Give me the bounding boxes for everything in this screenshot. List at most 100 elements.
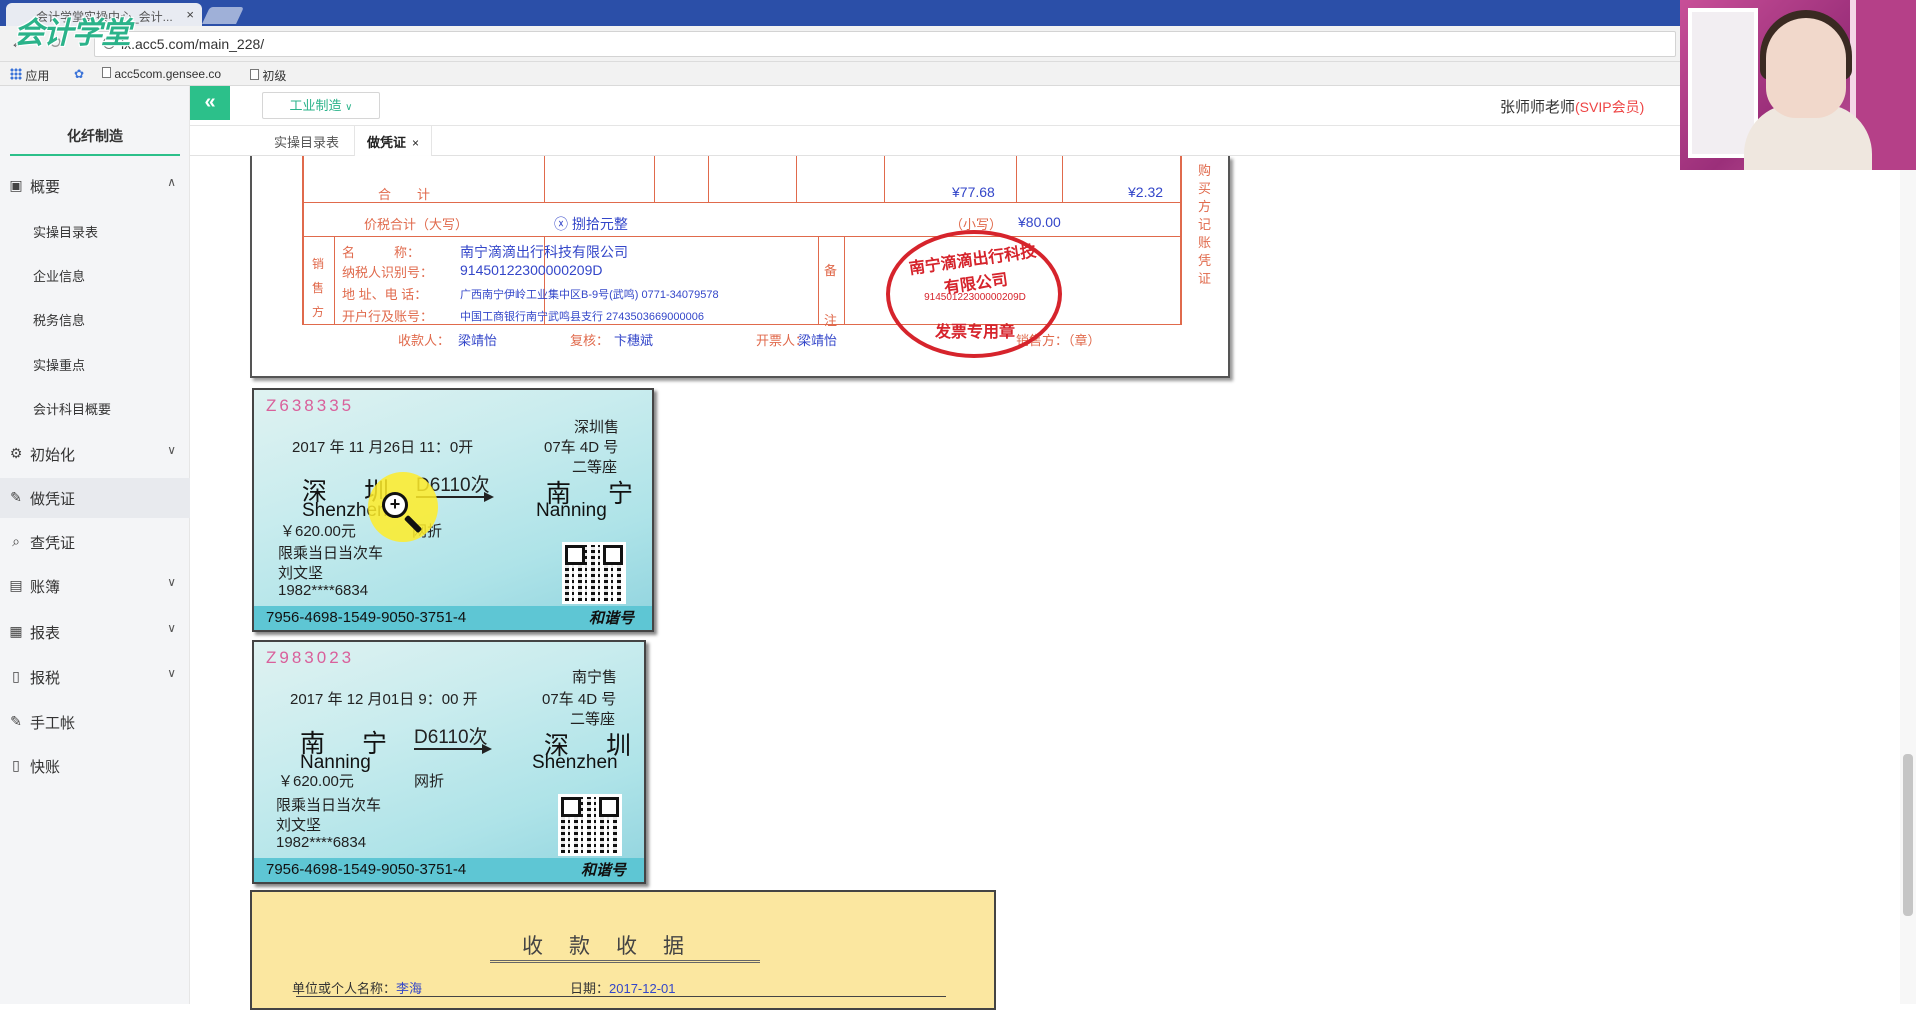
seller-tax-id: 91450122300000209D xyxy=(460,262,603,278)
invoice-total-label: 合 计 xyxy=(378,187,431,202)
bookmark-gensee[interactable]: acc5com.gensee.co xyxy=(102,67,221,81)
seller-bank-label: 开户行及账号： xyxy=(342,309,434,324)
receipt-table-rule xyxy=(296,996,946,997)
chevron-down-icon: ∨ xyxy=(167,621,176,635)
collapse-sidebar-button[interactable]: « xyxy=(190,86,230,120)
sidebar-sub-catalog[interactable]: 实操目录表 xyxy=(33,222,98,241)
pen-icon: ✎ xyxy=(10,489,22,505)
invoice-seal: 南宁滴滴出行科技有限公司 91450122300000209D 发票专用章 xyxy=(886,230,1062,358)
seller-address: 广西南宁伊岭工业集中区B-9号(武鸣) 0771-34079578 xyxy=(460,289,719,301)
sidebar-sub-accounts[interactable]: 会计科目概要 xyxy=(33,399,111,418)
sidebar-item-label: 概要 xyxy=(30,179,61,196)
receipt-payer-value: 李海 xyxy=(396,981,423,996)
receipt-title: 收款收据 xyxy=(522,935,710,958)
invoice-small-amount: ¥80.00 xyxy=(1018,214,1061,230)
ticket-passenger: 刘文坚 xyxy=(276,817,322,834)
tab-make-voucher[interactable]: 做凭证 × xyxy=(354,126,433,156)
site-logo: 会计学堂 xyxy=(14,17,131,50)
ticket-id-no: 1982****6834 xyxy=(278,582,369,599)
payee: 梁靖怡 xyxy=(458,333,498,348)
browser-tab-close-icon[interactable]: × xyxy=(186,7,194,22)
invoice-rule xyxy=(334,236,335,324)
sidebar-item-make-voucher[interactable]: ✎ 做凭证 xyxy=(0,478,190,518)
seller-tax-label: 纳税人识别号： xyxy=(342,265,434,280)
page-icon xyxy=(102,67,111,78)
receipt-date-value: 2017-12-01 xyxy=(609,981,676,996)
ticket-serial: 7956-4698-1549-9050-3751-4 xyxy=(266,609,467,626)
bookmark-gensee-label: acc5com.gensee.co xyxy=(114,67,222,81)
sidebar-item-query-voucher[interactable]: ⌕ 查凭证 xyxy=(0,522,190,562)
document-icon: ▯ xyxy=(12,757,20,773)
sidebar-item-manual[interactable]: ✎ 手工帐 xyxy=(0,702,190,742)
webcam-overlay xyxy=(1680,0,1916,170)
seller-name: 南宁滴滴出行科技有限公司 xyxy=(460,244,628,260)
url-text: lx.acc5.com/main_228/ xyxy=(121,36,265,52)
bookmark-chuji[interactable]: 初级 xyxy=(250,67,286,84)
company-name[interactable]: 化纤制造 xyxy=(0,126,190,146)
url-input[interactable]: i lx.acc5.com/main_228/ xyxy=(94,31,1676,57)
chevron-up-icon: ∧ xyxy=(167,175,176,189)
teacher-name: 张师师老师 xyxy=(1500,99,1576,116)
invoice-rule xyxy=(1016,156,1017,202)
ticket-seat: 07车 4D 号 xyxy=(542,691,617,708)
ticket-datetime: 2017 年 12 月01日 9：00 开 xyxy=(290,691,478,708)
bookmark-chuji-label: 初级 xyxy=(262,69,287,83)
sidebar-item-label: 快账 xyxy=(30,759,61,776)
pen-icon: ✎ xyxy=(10,713,22,729)
sidebar-item-label: 账簿 xyxy=(30,579,61,596)
train-ticket: Z983023 南宁售 2017 年 12 月01日 9：00 开 07车 4D… xyxy=(252,640,646,884)
receipt-date: 日期：2017-12-01 xyxy=(570,978,676,997)
industry-select-value: 工业制造 xyxy=(289,98,342,113)
receipt-title-underline xyxy=(490,960,760,963)
seller-bank: 中国工商银行南宁武鸣县支行 2743503669000006 xyxy=(460,311,704,323)
sidebar-item-init[interactable]: ⚙ 初始化 ∨ xyxy=(0,434,190,474)
invoice-rule xyxy=(654,156,655,202)
scrollbar-thumb[interactable] xyxy=(1903,754,1913,916)
ticket-station-tag: 深圳售 xyxy=(574,419,620,436)
report-icon: ▦ xyxy=(9,623,23,639)
page-tabs: 实操目录表 做凭证 × xyxy=(190,126,1680,156)
bookmark-apps[interactable]: 应用 xyxy=(10,67,49,84)
drawer: 梁靖怡 xyxy=(798,333,838,348)
tab-make-voucher-label: 做凭证 xyxy=(367,135,407,150)
bookmarks-bar: 应用 ✿ acc5com.gensee.co 初级 xyxy=(0,62,1916,86)
sidebar-item-overview[interactable]: ▣ 概要 ∧ xyxy=(0,166,190,206)
ticket-seat: 07车 4D 号 xyxy=(544,439,619,456)
sidebar-sub-company-info[interactable]: 企业信息 xyxy=(33,266,85,285)
sidebar-sub-key-points[interactable]: 实操重点 xyxy=(33,355,85,374)
qr-code-icon xyxy=(558,794,622,856)
ticket-train: D6110次 xyxy=(414,727,488,748)
new-tab-button[interactable] xyxy=(202,7,244,24)
invoice-seller-side: 销售方 xyxy=(312,257,325,319)
presenter-face xyxy=(1766,18,1846,118)
overview-icon: ▣ xyxy=(9,177,23,193)
invoice-rule xyxy=(302,202,1182,203)
invoice-total-amount: ¥77.68 xyxy=(952,184,995,200)
invoice-side-label: 购买方记账凭证 xyxy=(1198,163,1212,286)
ticket-notice: 限乘当日当次车 xyxy=(276,797,382,814)
ticket-datetime: 2017 年 11 月26日 11：0开 xyxy=(292,439,474,456)
document-icon: ▯ xyxy=(12,668,20,684)
invoice-rule xyxy=(796,156,797,202)
invoice-rule xyxy=(708,156,709,202)
ticket-number: Z983023 xyxy=(266,648,355,667)
user-info[interactable]: 张师师老师(SVIP会员) xyxy=(1500,96,1644,117)
sidebar-item-tax[interactable]: ▯ 报税 ∨ xyxy=(0,657,190,697)
baidu-paw-icon[interactable]: ✿ xyxy=(74,67,84,81)
train-ticket: Z638335 深圳售 2017 年 11 月26日 11：0开 07车 4D … xyxy=(252,388,654,632)
tab-catalog[interactable]: 实操目录表 xyxy=(274,132,339,151)
ticket-serial: 7956-4698-1549-9050-3751-4 xyxy=(266,861,467,878)
seal-text: 发票专用章 xyxy=(934,324,1015,341)
ticket-to-en: Nanning xyxy=(536,500,607,521)
tab-close-icon[interactable]: × xyxy=(412,136,419,150)
search-icon: ⌕ xyxy=(12,533,20,549)
sidebar-item-reports[interactable]: ▦ 报表 ∨ xyxy=(0,612,190,652)
invoice-rule xyxy=(544,156,545,202)
invoice-rule xyxy=(1062,156,1063,202)
sidebar-item-ledger[interactable]: ▤ 账簿 ∨ xyxy=(0,566,190,606)
sidebar-sub-tax-info[interactable]: 税务信息 xyxy=(33,310,85,329)
industry-select[interactable]: 工业制造 ∨ xyxy=(262,92,380,119)
seller-name-label: 名 称： xyxy=(342,245,421,260)
company-underline xyxy=(10,154,180,156)
sidebar-item-quick[interactable]: ▯ 快账 xyxy=(0,746,190,786)
